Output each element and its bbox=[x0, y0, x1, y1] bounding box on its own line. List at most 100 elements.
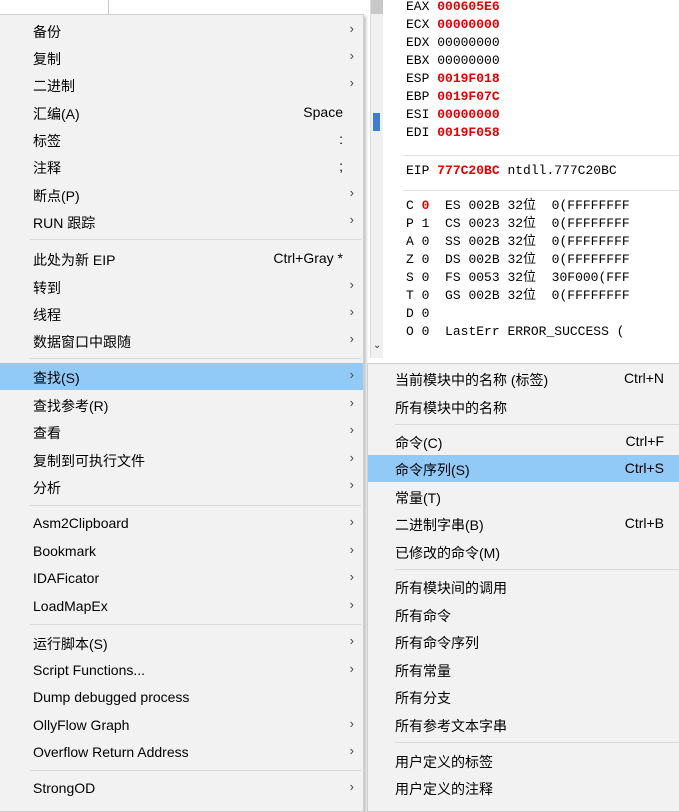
menu-item-strongod[interactable]: StrongOD › bbox=[0, 775, 363, 802]
submenu-item-names-all-modules[interactable]: 所有模块中的名称 bbox=[368, 393, 679, 420]
menu-item-comment[interactable]: 注释; bbox=[0, 153, 363, 180]
chevron-right-icon: › bbox=[349, 569, 354, 584]
menu-item-label: 所有分支 bbox=[395, 690, 451, 706]
menu-item-ollyflow-graph[interactable]: OllyFlow Graph › bbox=[0, 712, 363, 739]
menu-item-search[interactable]: 查找(S) › bbox=[0, 363, 363, 390]
chevron-right-icon: › bbox=[349, 542, 354, 557]
submenu-item-all-text-strings[interactable]: 所有参考文本字串 bbox=[368, 711, 679, 738]
submenu-item-command[interactable]: 命令(C) Ctrl+F bbox=[368, 428, 679, 455]
menu-item-breakpoint[interactable]: 断点(P) › bbox=[0, 181, 363, 208]
menu-item-idaficator[interactable]: IDAFicator › bbox=[0, 565, 363, 592]
menu-item-label: 命令序列(S) bbox=[395, 462, 470, 478]
menu-divider bbox=[30, 770, 361, 771]
flag-row: C 0 ES 002B 32位 0(FFFFFFFF bbox=[406, 197, 630, 215]
menu-item-view[interactable]: 查看 › bbox=[0, 418, 363, 445]
flag-row: D 0 bbox=[406, 305, 445, 323]
eip-description: ntdll.777C20BC bbox=[507, 163, 617, 178]
segment-info: GS 002B 32位 0(FFFFFFFF bbox=[445, 288, 630, 303]
menu-item-loadmapex[interactable]: LoadMapEx › bbox=[0, 593, 363, 620]
menu-item-find-references[interactable]: 查找参考(R) › bbox=[0, 391, 363, 418]
submenu-item-binary-string[interactable]: 二进制字串(B) Ctrl+B bbox=[368, 510, 679, 537]
menu-item-binary[interactable]: 二进制 › bbox=[0, 71, 363, 98]
menu-item-asm2clipboard[interactable]: Asm2Clipboard › bbox=[0, 510, 363, 537]
flag-value: 0 bbox=[421, 198, 430, 213]
register-row: EAX 000605E6 bbox=[406, 0, 500, 16]
menu-item-label: 用户定义的标签 bbox=[395, 754, 493, 770]
menu-item-analyze[interactable]: 分析 › bbox=[0, 473, 363, 500]
menu-item-label: 所有模块间的调用 bbox=[395, 580, 507, 596]
chevron-right-icon: › bbox=[349, 185, 354, 200]
cpu-pane-scrollbar[interactable]: ⌄ bbox=[370, 0, 383, 358]
scrollbar-thumb[interactable] bbox=[373, 113, 380, 131]
menu-item-follow-in-dump[interactable]: 数据窗口中跟随 › bbox=[0, 327, 363, 354]
menu-item-label: Asm2Clipboard bbox=[33, 515, 129, 531]
flag-name: S bbox=[406, 270, 414, 285]
menu-item-label: 所有参考文本字串 bbox=[395, 718, 507, 734]
menu-item-label: 标签 bbox=[33, 133, 61, 149]
menu-divider bbox=[30, 358, 361, 359]
menu-item-goto[interactable]: 转到 › bbox=[0, 273, 363, 300]
flag-row: T 0 GS 002B 32位 0(FFFFFFFF bbox=[406, 287, 630, 305]
menu-item-script-functions[interactable]: Script Functions... › bbox=[0, 657, 363, 684]
menu-item-copy-to-executable[interactable]: 复制到可执行文件 › bbox=[0, 446, 363, 473]
submenu-item-intermodular-calls[interactable]: 所有模块间的调用 bbox=[368, 573, 679, 600]
search-submenu: 当前模块中的名称 (标签) Ctrl+N 所有模块中的名称 命令(C) Ctrl+F… bbox=[367, 363, 679, 812]
register-value: 00000000 bbox=[437, 107, 500, 122]
menu-item-shortcut: Ctrl+N bbox=[623, 370, 664, 386]
menu-item-dump-process[interactable]: Dump debugged process bbox=[0, 684, 363, 711]
register-name: EDI bbox=[406, 125, 430, 140]
chevron-right-icon: › bbox=[349, 212, 354, 227]
register-row: EBX 00000000 bbox=[406, 52, 500, 70]
menu-item-new-eip[interactable]: 此处为新 EIP Ctrl+Gray * bbox=[0, 245, 363, 272]
segment-info: ES 002B 32位 0(FFFFFFFF bbox=[445, 198, 630, 213]
submenu-item-user-comments[interactable]: 用户定义的注释 bbox=[368, 774, 679, 801]
menu-divider bbox=[395, 424, 679, 425]
segment-info: LastErr ERROR_SUCCESS ( bbox=[445, 324, 625, 339]
chevron-right-icon: › bbox=[349, 395, 354, 410]
menu-item-label: 查看 bbox=[33, 425, 61, 441]
menu-item-bookmark[interactable]: Bookmark › bbox=[0, 538, 363, 565]
register-name: EIP bbox=[406, 163, 430, 178]
register-row: ECX 00000000 bbox=[406, 16, 500, 34]
menu-item-label: OllyFlow Graph bbox=[33, 717, 130, 733]
register-name: EAX bbox=[406, 0, 430, 14]
menu-item-thread[interactable]: 线程 › bbox=[0, 300, 363, 327]
submenu-item-modified-commands[interactable]: 已修改的命令(M) bbox=[368, 538, 679, 565]
menu-item-label-edit[interactable]: 标签: bbox=[0, 126, 363, 153]
menu-item-run-script[interactable]: 运行脚本(S) › bbox=[0, 629, 363, 656]
menu-divider bbox=[30, 624, 361, 625]
submenu-item-all-commands[interactable]: 所有命令 bbox=[368, 601, 679, 628]
menu-item-label: 转到 bbox=[33, 280, 61, 296]
register-name: ECX bbox=[406, 17, 430, 32]
flag-row: P 1 CS 0023 32位 0(FFFFFFFF bbox=[406, 215, 630, 233]
menu-item-shortcut: : bbox=[339, 131, 343, 147]
menu-item-label: 命令(C) bbox=[395, 435, 443, 451]
register-row: EDX 00000000 bbox=[406, 34, 500, 52]
chevron-right-icon: › bbox=[349, 367, 354, 382]
menu-item-run-trace[interactable]: RUN 跟踪 › bbox=[0, 208, 363, 235]
submenu-item-all-command-sequences[interactable]: 所有命令序列 bbox=[368, 628, 679, 655]
submenu-item-all-constants[interactable]: 所有常量 bbox=[368, 656, 679, 683]
flag-row: Z 0 DS 002B 32位 0(FFFFFFFF bbox=[406, 251, 630, 269]
chevron-right-icon: › bbox=[349, 75, 354, 90]
menu-item-assemble[interactable]: 汇编(A) Space bbox=[0, 99, 363, 126]
submenu-item-user-labels[interactable]: 用户定义的标签 bbox=[368, 747, 679, 774]
flag-row: A 0 SS 002B 32位 0(FFFFFFFF bbox=[406, 233, 630, 251]
chevron-down-icon[interactable]: ⌄ bbox=[373, 340, 381, 351]
submenu-item-constant[interactable]: 常量(T) bbox=[368, 483, 679, 510]
menu-item-backup[interactable]: 备份 › bbox=[0, 17, 363, 44]
register-row: EDI 0019F058 bbox=[406, 124, 500, 142]
menu-item-shortcut: Ctrl+B bbox=[624, 515, 664, 531]
menu-item-overflow-return[interactable]: Overflow Return Address › bbox=[0, 739, 363, 766]
submenu-item-all-branches[interactable]: 所有分支 bbox=[368, 683, 679, 710]
menu-item-label: 断点(P) bbox=[33, 188, 80, 204]
submenu-item-command-sequence[interactable]: 命令序列(S) Ctrl+S bbox=[368, 455, 679, 482]
register-value: 00000000 bbox=[437, 17, 500, 32]
divider bbox=[403, 155, 679, 156]
menu-item-copy[interactable]: 复制 › bbox=[0, 44, 363, 71]
chevron-right-icon: › bbox=[349, 597, 354, 612]
register-name: ESI bbox=[406, 107, 430, 122]
segment-info: SS 002B 32位 0(FFFFFFFF bbox=[445, 234, 630, 249]
submenu-item-names-current-module[interactable]: 当前模块中的名称 (标签) Ctrl+N bbox=[368, 365, 679, 392]
menu-item-label: 运行脚本(S) bbox=[33, 636, 108, 652]
